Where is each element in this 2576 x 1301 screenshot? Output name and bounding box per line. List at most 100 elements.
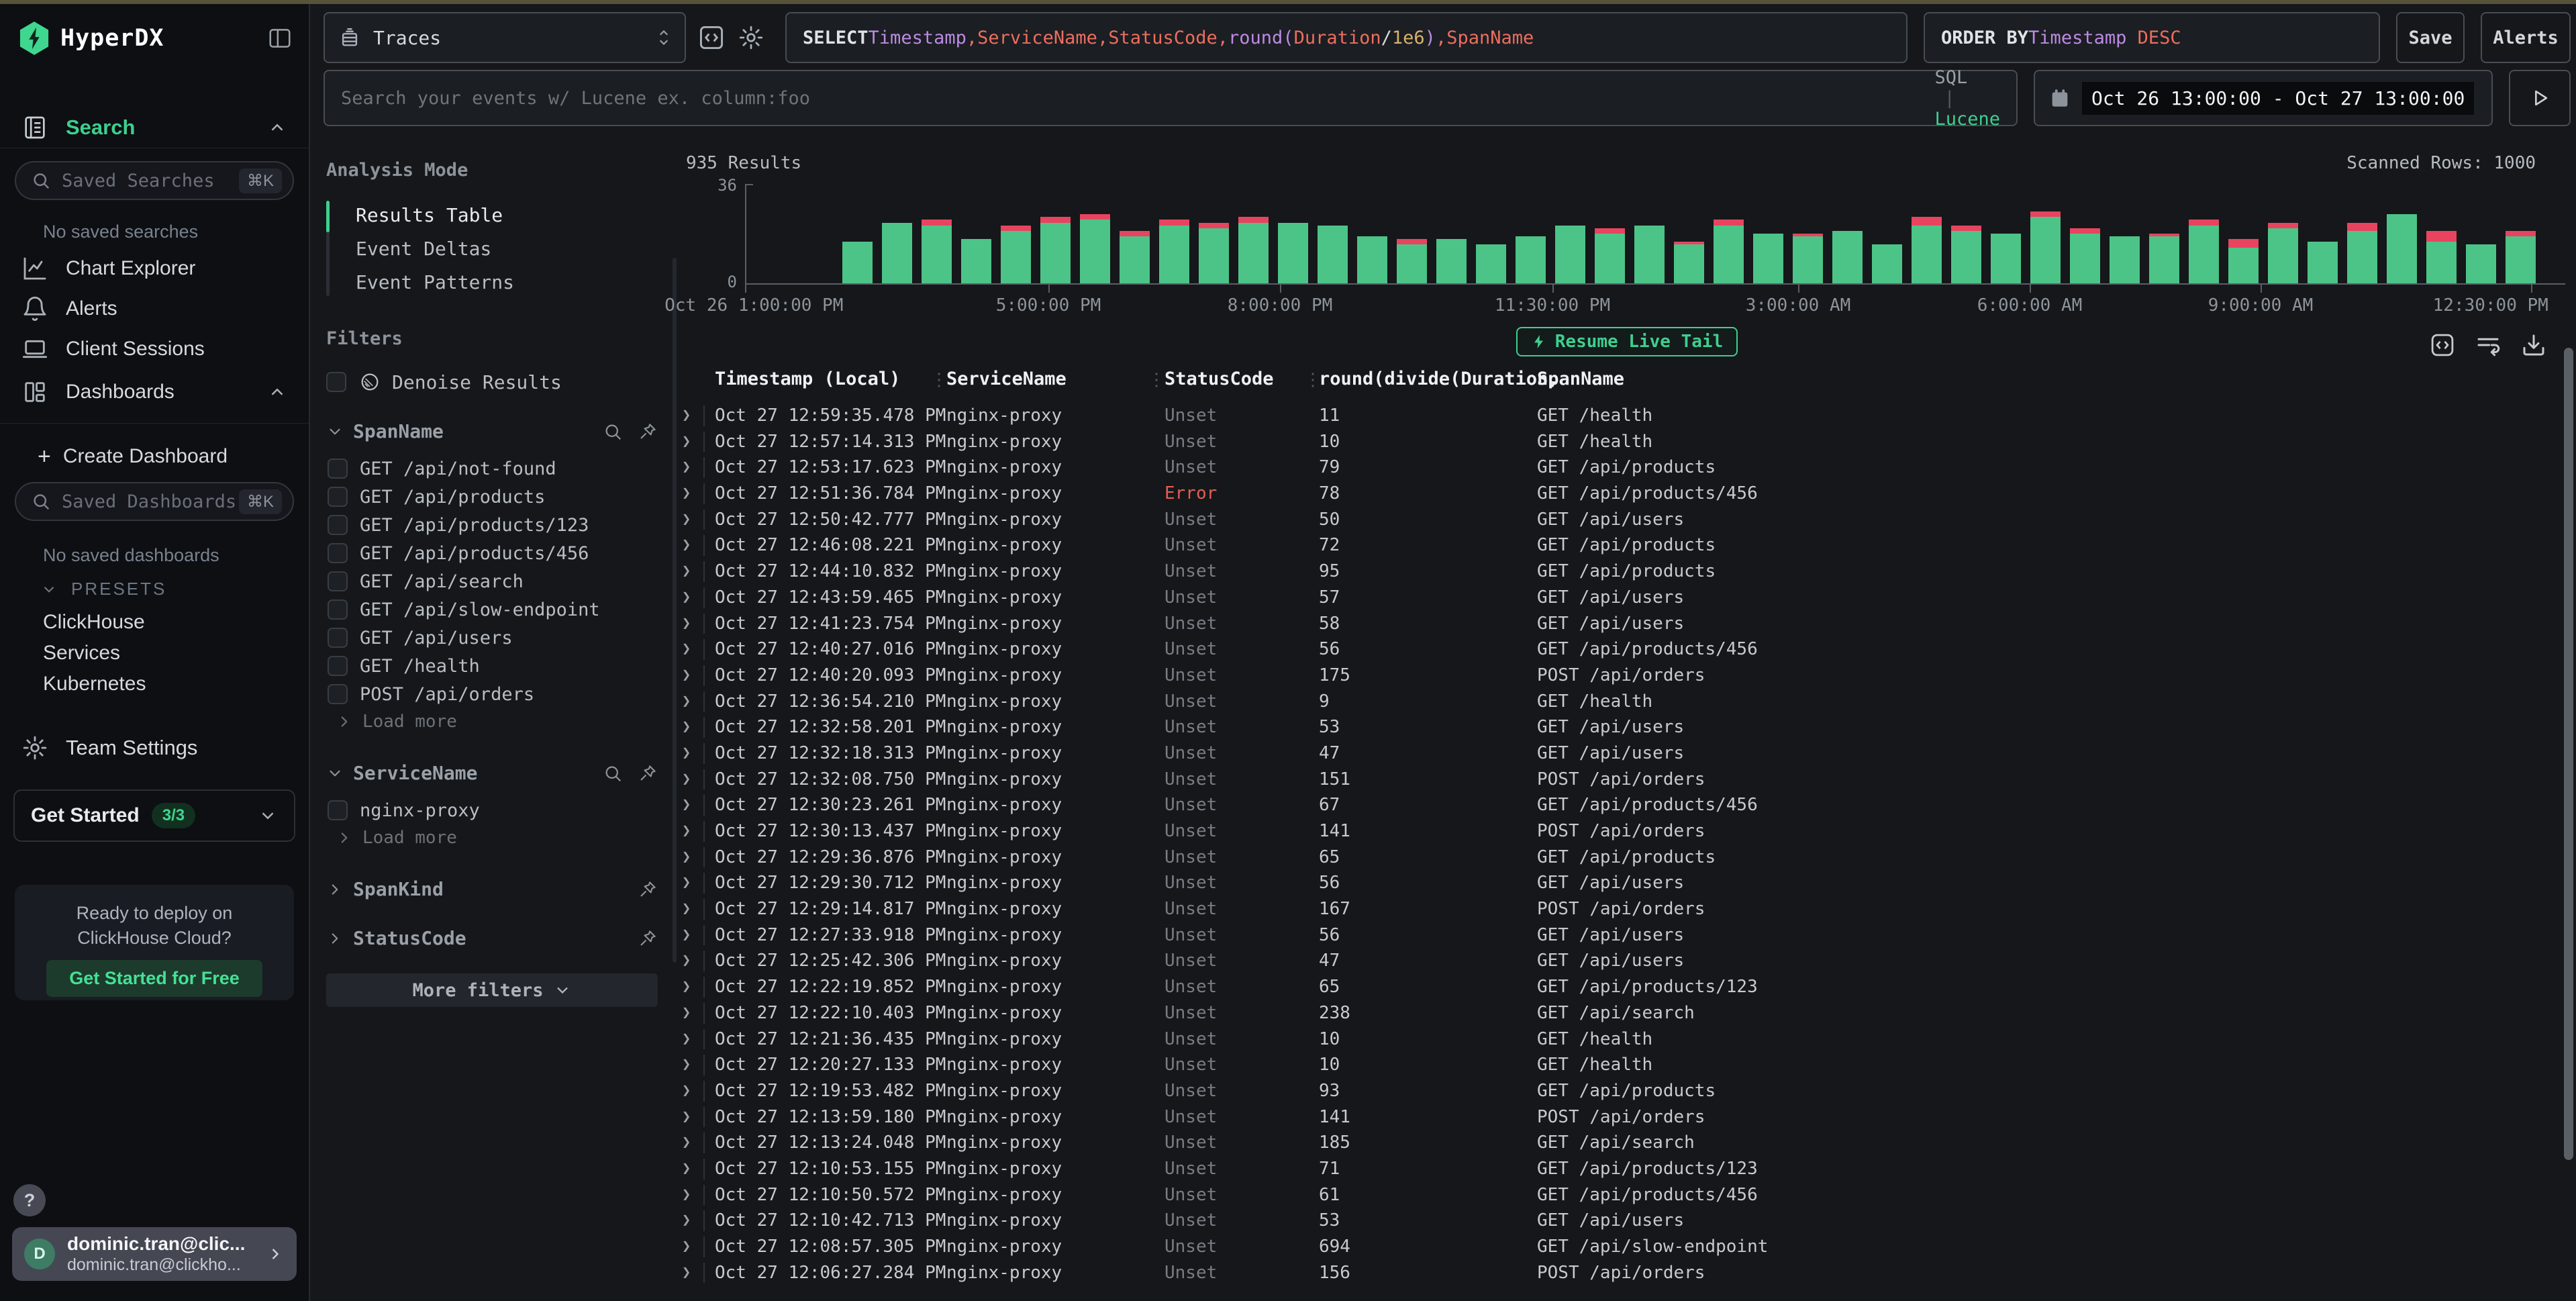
row-expand-icon[interactable]: ❯ <box>682 429 691 455</box>
row-expand-icon[interactable]: ❯ <box>682 532 691 559</box>
sql-toggle[interactable]: SQL <box>1934 67 1967 88</box>
analysis-mode-option[interactable]: Event Patterns <box>341 265 658 299</box>
row-expand-icon[interactable]: ❯ <box>682 1130 691 1156</box>
histogram-bar[interactable] <box>1793 234 1823 283</box>
filter-pin-icon[interactable] <box>638 422 658 442</box>
histogram-bar[interactable] <box>922 220 952 283</box>
histogram-bar[interactable] <box>2466 244 2496 283</box>
filter-pin-icon[interactable] <box>638 763 658 783</box>
vertical-scrollbar[interactable] <box>2564 348 2573 1160</box>
col-header-timestamp[interactable]: Timestamp (Local) <box>715 369 900 389</box>
histogram-bar[interactable] <box>2506 231 2536 283</box>
filter-item-checkbox[interactable] <box>328 684 348 704</box>
code-view-button[interactable] <box>697 23 726 52</box>
filter-item-checkbox[interactable] <box>328 487 348 507</box>
histogram-bar[interactable] <box>1555 226 1585 283</box>
sidebar-collapse-icon[interactable] <box>267 26 293 51</box>
filter-group-header[interactable]: SpanKind <box>326 878 658 900</box>
table-row[interactable]: ❯Oct 27 12:57:14.313 PMnginx-proxyUnset1… <box>678 429 2576 455</box>
row-expand-icon[interactable]: ❯ <box>682 896 691 922</box>
histogram-bar[interactable] <box>2308 242 2338 283</box>
table-row[interactable]: ❯Oct 27 12:59:35.478 PMnginx-proxyUnset1… <box>678 403 2576 429</box>
row-expand-icon[interactable]: ❯ <box>682 1182 691 1208</box>
table-row[interactable]: ❯Oct 27 12:22:10.403 PMnginx-proxyUnset2… <box>678 1000 2576 1026</box>
histogram-bar[interactable] <box>1714 220 1744 283</box>
save-button[interactable]: Save <box>2396 12 2465 63</box>
sidebar-item-alerts[interactable]: Alerts <box>0 291 309 326</box>
help-button[interactable]: ? <box>13 1184 46 1216</box>
table-row[interactable]: ❯Oct 27 12:32:08.750 PMnginx-proxyUnset1… <box>678 767 2576 793</box>
row-expand-icon[interactable]: ❯ <box>682 481 691 507</box>
col-header-servicename[interactable]: ServiceName <box>946 369 1067 389</box>
table-row[interactable]: ❯Oct 27 12:22:19.852 PMnginx-proxyUnset6… <box>678 974 2576 1000</box>
histogram-bar[interactable] <box>1991 234 2021 283</box>
table-row[interactable]: ❯Oct 27 12:41:23.754 PMnginx-proxyUnset5… <box>678 611 2576 637</box>
table-row[interactable]: ❯Oct 27 12:40:20.093 PMnginx-proxyUnset1… <box>678 663 2576 689</box>
filter-item[interactable]: GET /api/products <box>326 483 658 511</box>
col-header-statuscode[interactable]: StatusCode <box>1165 369 1274 389</box>
row-expand-icon[interactable]: ❯ <box>682 870 691 896</box>
create-dashboard-button[interactable]: + Create Dashboard <box>0 439 309 474</box>
table-row[interactable]: ❯Oct 27 12:27:33.918 PMnginx-proxyUnset5… <box>678 922 2576 949</box>
saved-searches-input[interactable]: Saved Searches ⌘K <box>15 161 294 200</box>
row-expand-icon[interactable]: ❯ <box>682 792 691 818</box>
histogram-bar[interactable] <box>1832 231 1863 283</box>
filter-item-checkbox[interactable] <box>328 599 348 620</box>
more-filters-button[interactable]: More filters <box>326 973 658 1007</box>
download-button[interactable] <box>2520 331 2548 359</box>
filter-item[interactable]: GET /api/search <box>326 567 658 595</box>
filter-item[interactable]: GET /api/users <box>326 624 658 652</box>
row-expand-icon[interactable]: ❯ <box>682 559 691 585</box>
sidebar-item-client-sessions[interactable]: Client Sessions <box>0 332 309 367</box>
analysis-mode-option[interactable]: Event Deltas <box>341 232 658 265</box>
query-settings-gear-icon[interactable] <box>737 23 765 52</box>
histogram-bar[interactable] <box>1912 217 1942 283</box>
histogram-bar[interactable] <box>1001 226 1031 283</box>
table-row[interactable]: ❯Oct 27 12:46:08.221 PMnginx-proxyUnset7… <box>678 532 2576 559</box>
table-row[interactable]: ❯Oct 27 12:10:53.155 PMnginx-proxyUnset7… <box>678 1156 2576 1182</box>
sidebar-item-team-settings[interactable]: Team Settings <box>0 730 309 765</box>
histogram-bar[interactable] <box>1080 214 1110 283</box>
histogram-bar[interactable] <box>1951 226 1981 283</box>
histogram-bar[interactable] <box>1476 244 1506 283</box>
wrap-lines-button[interactable] <box>2474 331 2502 359</box>
get-started-for-free-button[interactable]: Get Started for Free <box>46 960 262 997</box>
filters-scrollbar[interactable] <box>673 258 677 963</box>
row-expand-icon[interactable]: ❯ <box>682 922 691 949</box>
resume-live-tail-button[interactable]: Resume Live Tail <box>1516 327 1738 356</box>
saved-dashboards-input[interactable]: Saved Dashboards ⌘K <box>15 482 294 521</box>
histogram-bar[interactable] <box>1397 239 1427 283</box>
row-expand-icon[interactable]: ❯ <box>682 585 691 611</box>
table-row[interactable]: ❯Oct 27 12:10:50.572 PMnginx-proxyUnset6… <box>678 1182 2576 1208</box>
histogram-bar[interactable] <box>1516 236 1546 283</box>
row-expand-icon[interactable]: ❯ <box>682 1234 691 1260</box>
table-row[interactable]: ❯Oct 27 12:32:18.313 PMnginx-proxyUnset4… <box>678 740 2576 767</box>
load-more-button[interactable]: Load more <box>326 708 658 735</box>
histogram-bar[interactable] <box>842 242 873 283</box>
table-row[interactable]: ❯Oct 27 12:25:42.306 PMnginx-proxyUnset4… <box>678 948 2576 974</box>
preset-services[interactable]: Services <box>43 642 120 665</box>
denoise-checkbox[interactable] <box>326 372 346 392</box>
table-row[interactable]: ❯Oct 27 12:32:58.201 PMnginx-proxyUnset5… <box>678 714 2576 740</box>
histogram-bar[interactable] <box>2268 223 2298 283</box>
source-select[interactable]: Traces <box>324 12 686 63</box>
filter-group-header[interactable]: SpanName <box>326 420 658 442</box>
row-expand-icon[interactable]: ❯ <box>682 974 691 1000</box>
filter-item-checkbox[interactable] <box>328 571 348 591</box>
filter-pin-icon[interactable] <box>638 928 658 949</box>
sidebar-item-search[interactable]: Search <box>0 110 309 145</box>
presets-toggle[interactable]: PRESETS <box>40 579 166 599</box>
sidebar-item-dashboards[interactable]: Dashboards <box>0 375 309 409</box>
row-expand-icon[interactable]: ❯ <box>682 1026 691 1053</box>
filter-item[interactable]: GET /health <box>326 652 658 680</box>
table-row[interactable]: ❯Oct 27 12:43:59.465 PMnginx-proxyUnset5… <box>678 585 2576 611</box>
row-expand-icon[interactable]: ❯ <box>682 845 691 871</box>
table-row[interactable]: ❯Oct 27 12:30:23.261 PMnginx-proxyUnset6… <box>678 792 2576 818</box>
histogram-bar[interactable] <box>2110 236 2140 283</box>
order-by-input[interactable]: ORDER BY Timestamp DESC <box>1924 12 2380 63</box>
row-expand-icon[interactable]: ❯ <box>682 714 691 740</box>
histogram-bar[interactable] <box>1318 226 1348 283</box>
histogram-bar[interactable] <box>1436 239 1467 283</box>
row-expand-icon[interactable]: ❯ <box>682 507 691 533</box>
histogram-bar[interactable] <box>1040 217 1071 283</box>
